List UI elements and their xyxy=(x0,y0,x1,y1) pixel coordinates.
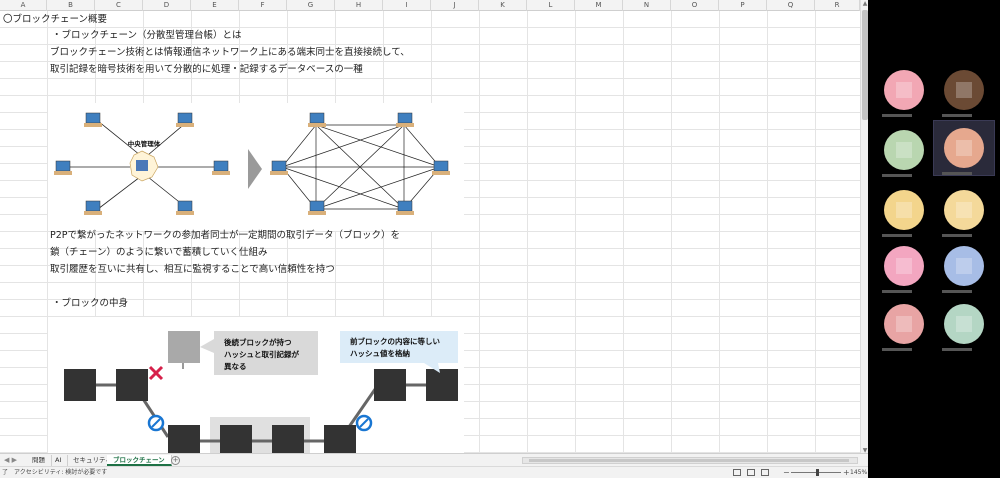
page-layout-view-icon[interactable] xyxy=(747,469,755,476)
column-header-q[interactable]: Q xyxy=(767,0,815,11)
scroll-up-icon[interactable]: ▲ xyxy=(861,0,868,8)
participant-avatar[interactable] xyxy=(884,190,924,230)
zoom-level[interactable]: 145% xyxy=(850,467,867,478)
block-diagram-image[interactable]: 後続ブロックが持つ ハッシュと取引記録が 異なる 前ブロックの内容に等しい ハッ… xyxy=(48,317,464,453)
column-header-l[interactable]: L xyxy=(527,0,575,11)
column-header-o[interactable]: O xyxy=(671,0,719,11)
participant-avatar[interactable] xyxy=(944,190,984,230)
column-header-p[interactable]: P xyxy=(719,0,767,11)
cell-grid[interactable]: 〇ブロックチェーン概要 ・ブロックチェーン（分散型管理台帳）とは ブロックチェー… xyxy=(0,11,860,453)
participant-avatar[interactable] xyxy=(944,246,984,286)
column-header-e[interactable]: E xyxy=(191,0,239,11)
participant-name-blurred xyxy=(942,290,972,293)
participant-avatar[interactable] xyxy=(944,70,984,110)
callout-right-box xyxy=(340,331,458,363)
participant-avatar[interactable] xyxy=(884,246,924,286)
computer-icon xyxy=(271,112,449,212)
definition-title-cell[interactable]: ・ブロックチェーン（分散型管理台帳）とは xyxy=(52,27,242,41)
participant-avatar[interactable] xyxy=(884,130,924,170)
column-header-n[interactable]: N xyxy=(623,0,671,11)
central-building-icon xyxy=(136,160,148,171)
definition-line-1[interactable]: ブロックチェーン技術とは情報通信ネットワーク上にある端末同士を直接接続して、 xyxy=(50,44,410,58)
vertical-scrollbar[interactable]: ▲ ▼ xyxy=(860,0,868,455)
participant-avatar[interactable] xyxy=(884,70,924,110)
tab-ai[interactable]: AI xyxy=(49,455,69,466)
column-header-k[interactable]: K xyxy=(479,0,527,11)
status-ready-text: 了 xyxy=(2,469,9,476)
network-diagram-image[interactable]: 中央管理体 xyxy=(48,103,464,231)
column-header-r[interactable]: R xyxy=(815,0,860,11)
participant-name-blurred xyxy=(942,172,972,175)
block-diagram-svg: 後続ブロックが持つ ハッシュと取引記録が 異なる 前ブロックの内容に等しい ハッ… xyxy=(64,331,458,453)
column-header-m[interactable]: M xyxy=(575,0,623,11)
arrow-right-icon xyxy=(248,149,262,189)
column-header-b[interactable]: B xyxy=(47,0,95,11)
heading-cell[interactable]: 〇ブロックチェーン概要 xyxy=(3,11,107,25)
column-header-row: A B C D E F G H I J K L M N O P Q R xyxy=(0,0,860,11)
participant-panel xyxy=(868,0,1000,478)
participant-name-blurred xyxy=(942,348,972,351)
callout-left-line-3: 異なる xyxy=(224,361,247,371)
zoom-slider-knob[interactable] xyxy=(816,469,819,476)
spreadsheet: A B C D E F G H I J K L M N O P Q R 〇ブロッ… xyxy=(0,0,868,478)
participant-avatar[interactable] xyxy=(944,304,984,344)
central-authority-label: 中央管理体 xyxy=(128,139,161,148)
callout-left-line-2: ハッシュと取引記録が xyxy=(224,349,299,359)
participant-name-blurred xyxy=(942,234,972,237)
zoom-out-button[interactable]: − xyxy=(783,467,790,478)
add-sheet-icon[interactable]: + xyxy=(171,456,180,465)
callout-right-line-2: ハッシュ値を格納 xyxy=(350,348,410,358)
participant-avatar[interactable] xyxy=(884,304,924,344)
column-header-c[interactable]: C xyxy=(95,0,143,11)
column-header-f[interactable]: F xyxy=(239,0,287,11)
column-header-j[interactable]: J xyxy=(431,0,479,11)
p2p-mesh-links xyxy=(281,124,441,210)
accessibility-status[interactable]: アクセシビリティ: 検討が必要です xyxy=(14,467,107,478)
sheet-nav-arrows-icon[interactable]: ◀ ▶ xyxy=(4,455,17,466)
participant-name-blurred xyxy=(882,174,912,177)
participant-name-blurred xyxy=(882,234,912,237)
status-bar: 了 アクセシビリティ: 検討が必要です − + 145% xyxy=(0,466,868,478)
column-header-a[interactable]: A xyxy=(0,0,47,11)
callout-pointer xyxy=(200,339,214,353)
participant-avatar[interactable] xyxy=(944,128,984,168)
column-header-d[interactable]: D xyxy=(143,0,191,11)
p2p-line-3[interactable]: 取引履歴を互いに共有し、相互に監視することで高い信頼性を持つ xyxy=(50,261,335,275)
participant-name-blurred xyxy=(882,114,912,117)
callout-right-line-1: 前ブロックの内容に等しい xyxy=(350,336,440,346)
computer-base-icon xyxy=(270,123,450,215)
p2p-line-2[interactable]: 鎖（チェーン）のように繋いで蓄積していく仕組み xyxy=(50,244,267,258)
column-header-g[interactable]: G xyxy=(287,0,335,11)
cross-icon xyxy=(148,365,164,381)
callout-left-line-1: 後続ブロックが持つ xyxy=(224,337,292,347)
zoom-in-button[interactable]: + xyxy=(843,467,850,478)
definition-line-2[interactable]: 取引記録を暗号技術を用いて分散的に処理・記録するデータベースの一種 xyxy=(50,61,363,75)
normal-view-icon[interactable] xyxy=(733,469,741,476)
column-header-h[interactable]: H xyxy=(335,0,383,11)
tab-blockchain[interactable]: ブロックチェーン xyxy=(107,455,172,466)
sheet-tab-bar: ◀ ▶ 問題 AI セキュリティ ブロックチェーン + xyxy=(0,453,868,466)
horizontal-scrollbar[interactable] xyxy=(522,457,858,464)
page-break-view-icon[interactable] xyxy=(761,469,769,476)
horizontal-scroll-thumb[interactable] xyxy=(529,459,849,462)
p2p-line-1[interactable]: P2Pで繋がったネットワークの参加者同士が一定期間の取引データ（ブロック）を xyxy=(50,227,400,241)
network-diagram-svg: 中央管理体 xyxy=(54,112,450,215)
block-heading-cell[interactable]: ・ブロックの中身 xyxy=(52,295,128,309)
app-window: A B C D E F G H I J K L M N O P Q R 〇ブロッ… xyxy=(0,0,1000,478)
participant-name-blurred xyxy=(882,290,912,293)
participant-name-blurred xyxy=(882,348,912,351)
forked-block xyxy=(168,331,200,363)
column-header-i[interactable]: I xyxy=(383,0,431,11)
participant-name-blurred xyxy=(942,114,972,117)
